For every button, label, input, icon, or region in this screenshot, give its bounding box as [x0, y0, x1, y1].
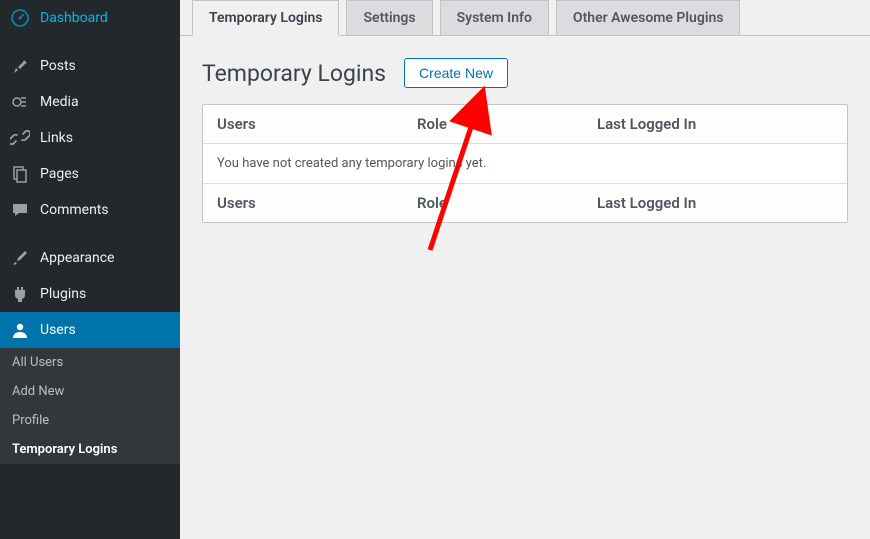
user-icon — [10, 320, 30, 340]
sidebar-item-label: Dashboard — [40, 10, 108, 26]
tab-settings[interactable]: Settings — [346, 0, 432, 35]
sidebar-item-users[interactable]: Users — [0, 312, 180, 348]
dashboard-icon — [10, 8, 30, 28]
pages-icon — [10, 164, 30, 184]
sidebar-item-posts[interactable]: Posts — [0, 48, 180, 84]
submenu-profile[interactable]: Profile — [0, 406, 180, 435]
tab-other-plugins[interactable]: Other Awesome Plugins — [556, 0, 741, 35]
media-icon — [10, 92, 30, 112]
sidebar-item-plugins[interactable]: Plugins — [0, 276, 180, 312]
create-new-button[interactable]: Create New — [404, 58, 508, 88]
col-header-role: Role — [417, 115, 597, 133]
sidebar-item-label: Plugins — [40, 286, 86, 302]
sidebar-item-label: Posts — [40, 58, 76, 74]
page-header: Temporary Logins Create New — [180, 36, 870, 104]
page-title: Temporary Logins — [202, 60, 386, 87]
col-header-last-logged: Last Logged In — [597, 115, 833, 133]
table-header: Users Role Last Logged In — [203, 105, 847, 143]
tab-temporary-logins[interactable]: Temporary Logins — [192, 0, 339, 36]
table-footer: Users Role Last Logged In — [203, 184, 847, 222]
col-footer-users: Users — [217, 194, 417, 212]
submenu-add-new[interactable]: Add New — [0, 377, 180, 406]
tab-system-info[interactable]: System Info — [440, 0, 549, 35]
col-footer-role: Role — [417, 194, 597, 212]
sidebar-item-links[interactable]: Links — [0, 120, 180, 156]
sidebar-item-label: Links — [40, 130, 73, 146]
logins-table: Users Role Last Logged In You have not c… — [202, 104, 848, 223]
sidebar-item-label: Appearance — [40, 250, 114, 266]
sidebar-item-label: Comments — [40, 202, 109, 218]
col-header-users: Users — [217, 115, 417, 133]
table-empty-message: You have not created any temporary login… — [203, 143, 847, 184]
sidebar-item-comments[interactable]: Comments — [0, 192, 180, 228]
tab-bar: Temporary Logins Settings System Info Ot… — [180, 0, 870, 35]
admin-sidebar: Dashboard Posts Media Links Pages Commen… — [0, 0, 180, 539]
col-footer-last-logged: Last Logged In — [597, 194, 833, 212]
sidebar-item-label: Media — [40, 94, 79, 110]
sidebar-item-label: Users — [40, 322, 76, 338]
sidebar-item-appearance[interactable]: Appearance — [0, 240, 180, 276]
sidebar-item-pages[interactable]: Pages — [0, 156, 180, 192]
submenu-all-users[interactable]: All Users — [0, 348, 180, 377]
pin-icon — [10, 56, 30, 76]
plugin-icon — [10, 284, 30, 304]
main-content: Temporary Logins Settings System Info Ot… — [180, 0, 870, 539]
sidebar-item-dashboard[interactable]: Dashboard — [0, 0, 180, 36]
brush-icon — [10, 248, 30, 268]
sidebar-item-label: Pages — [40, 166, 79, 182]
sidebar-item-media[interactable]: Media — [0, 84, 180, 120]
link-icon — [10, 128, 30, 148]
comment-icon — [10, 200, 30, 220]
submenu-temporary-logins[interactable]: Temporary Logins — [0, 435, 180, 464]
